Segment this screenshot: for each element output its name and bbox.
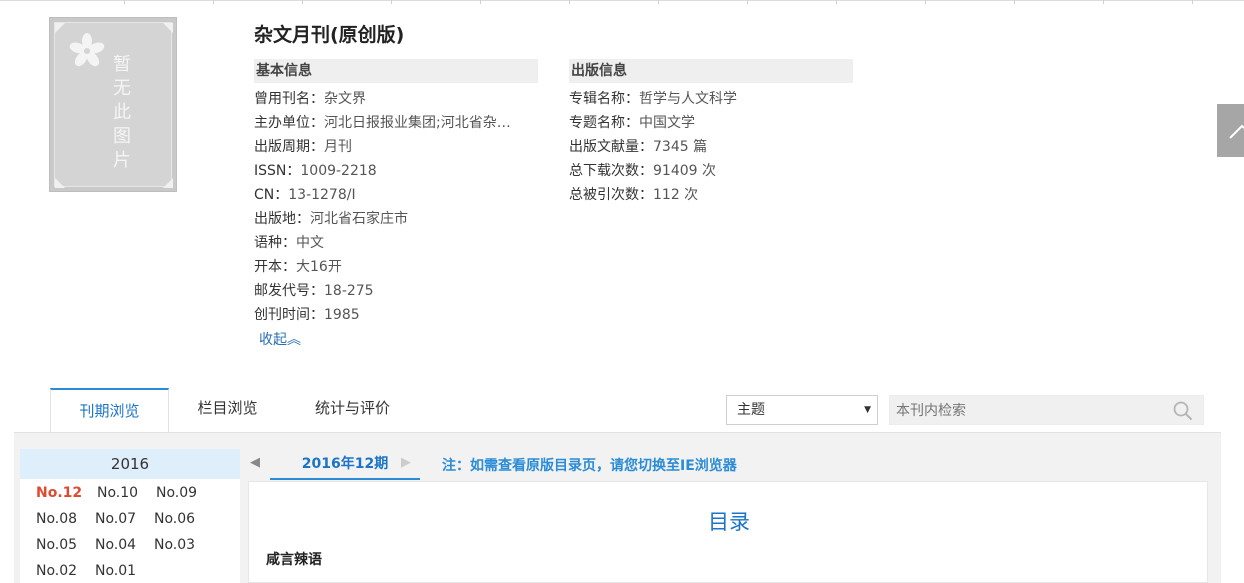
current-issue-label: 2016年12期	[270, 452, 420, 480]
tab-issue-browse[interactable]: 刊期浏览	[50, 388, 169, 432]
search-input[interactable]	[890, 396, 1168, 426]
toc-panel: 目录 咸言辣语	[248, 481, 1208, 583]
search-field-select[interactable]: 主题 ▼	[726, 395, 878, 425]
info-item: 出版周期：月刊	[254, 139, 352, 155]
info-item: 语种：中文	[254, 235, 324, 251]
issue-link[interactable]: No.04	[95, 537, 136, 553]
top-tab-strip	[0, 0, 1244, 4]
issue-link[interactable]: No.01	[95, 563, 136, 579]
journal-title: 杂文月刊(原创版)	[254, 24, 405, 46]
tab-column-browse[interactable]: 栏目浏览	[180, 388, 275, 432]
issue-link[interactable]: No.05	[36, 537, 77, 553]
info-item: ISSN：1009-2218	[254, 163, 377, 179]
basic-info-heading: 基本信息	[254, 59, 538, 83]
search-icon[interactable]	[1173, 401, 1193, 421]
tab-statistics[interactable]: 统计与评价	[300, 388, 405, 432]
year-issue-panel: 2016 No.12 No.10 No.09 No.08 No.07 No.06…	[20, 449, 240, 583]
year-heading[interactable]: 2016	[20, 449, 240, 479]
collapse-info-link[interactable]: 收起︽	[259, 329, 301, 349]
chevron-up-icon	[1229, 124, 1244, 139]
next-issue-button[interactable]: ▶	[401, 455, 411, 470]
info-item: 曾用刊名：杂文界	[254, 91, 366, 107]
info-item: 专辑名称：哲学与人文科学	[569, 91, 737, 107]
prev-issue-button[interactable]: ◀	[250, 455, 260, 470]
info-item: 邮发代号：18-275	[254, 283, 374, 299]
toc-section-heading: 咸言辣语	[266, 552, 322, 568]
issue-link[interactable]: No.06	[154, 511, 195, 527]
journal-cover-placeholder: 暂无此图片	[49, 17, 177, 192]
info-item: 主办单位：河北日报报业集团;河北省杂…	[254, 115, 511, 131]
issue-link[interactable]: No.02	[36, 563, 77, 579]
basic-info-list: 曾用刊名：杂文界 主办单位：河北日报报业集团;河北省杂… 出版周期：月刊 ISS…	[254, 87, 538, 327]
toc-title: 目录	[708, 510, 750, 534]
tabs-divider	[14, 432, 1221, 433]
publish-info-heading: 出版信息	[569, 59, 853, 83]
info-item: 总下载次数：91409 次	[569, 163, 716, 179]
info-item: CN：13-1278/I	[254, 187, 356, 203]
browser-note: 注：如需查看原版目录页，请您切换至IE浏览器	[442, 458, 737, 474]
issue-link[interactable]: No.12	[36, 485, 82, 501]
search-box	[889, 395, 1204, 426]
info-item: 出版文献量：7345 篇	[569, 139, 708, 155]
back-to-top-button[interactable]	[1217, 104, 1244, 157]
info-item: 出版地：河北省石家庄市	[254, 211, 408, 227]
info-item: 创刊时间：1985	[254, 307, 360, 323]
cover-corners	[55, 23, 173, 188]
issue-link[interactable]: No.10	[97, 485, 138, 501]
issue-link[interactable]: No.09	[156, 485, 197, 501]
issue-link[interactable]: No.08	[36, 511, 77, 527]
publish-info-list: 专辑名称：哲学与人文科学 专题名称：中国文学 出版文献量：7345 篇 总下载次…	[569, 87, 853, 207]
issue-link[interactable]: No.03	[154, 537, 195, 553]
chevron-down-icon: ▼	[864, 405, 871, 415]
info-item: 总被引次数：112 次	[569, 187, 699, 203]
issue-link[interactable]: No.07	[95, 511, 136, 527]
info-item: 专题名称：中国文学	[569, 115, 695, 131]
info-item: 开本：大16开	[254, 259, 342, 275]
